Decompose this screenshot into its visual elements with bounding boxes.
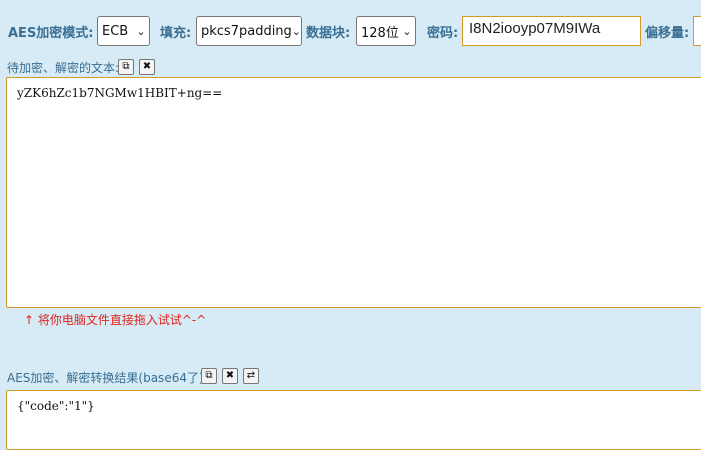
offset-input[interactable] bbox=[693, 16, 701, 46]
block-label: 数据块: bbox=[306, 26, 351, 41]
chevron-down-icon: ⌄ bbox=[402, 24, 412, 38]
padding-label: 填充: bbox=[160, 26, 192, 41]
block-select-value: 128位 bbox=[361, 25, 399, 41]
copy-input-button[interactable]: ⧉ bbox=[118, 59, 134, 75]
drag-file-hint: ↑ 将你电脑文件直接拖入试试^-^ bbox=[24, 313, 207, 327]
key-label: 密码: bbox=[427, 26, 459, 41]
key-input[interactable]: I8N2iooyp07M9IWa bbox=[462, 16, 641, 46]
input-textarea[interactable]: yZK6hZc1b7NGMw1HBIT+ng== bbox=[6, 77, 701, 308]
clear-output-button[interactable]: ✖ bbox=[222, 368, 238, 384]
copy-icon: ⧉ bbox=[122, 61, 130, 72]
block-select[interactable]: 128位 ⌄ bbox=[356, 16, 416, 46]
mode-select[interactable]: ECB ⌄ bbox=[97, 16, 150, 46]
swap-icon: ⇄ bbox=[246, 370, 256, 381]
copy-output-button[interactable]: ⧉ bbox=[201, 368, 217, 384]
copy-icon: ⧉ bbox=[205, 370, 213, 381]
chevron-down-icon: ⌄ bbox=[291, 24, 302, 38]
padding-select-value: pkcs7padding bbox=[201, 23, 292, 39]
mode-select-value: ECB bbox=[102, 23, 129, 39]
padding-select[interactable]: pkcs7padding ⌄ bbox=[196, 16, 302, 46]
clear-input-button[interactable]: ✖ bbox=[139, 59, 155, 75]
offset-label: 偏移量: bbox=[645, 26, 690, 41]
close-icon: ✖ bbox=[225, 370, 235, 381]
aes-toolbar: AES加密模式: ECB ⌄ 填充: pkcs7padding ⌄ 数据块: 1… bbox=[0, 14, 701, 48]
output-textarea[interactable]: {"code":"1"} bbox=[6, 390, 701, 450]
chevron-down-icon: ⌄ bbox=[136, 24, 146, 38]
swap-button[interactable]: ⇄ bbox=[243, 368, 259, 384]
close-icon: ✖ bbox=[142, 61, 152, 72]
input-text-label: 待加密、解密的文本: bbox=[7, 61, 120, 75]
mode-label: AES加密模式: bbox=[8, 26, 94, 41]
output-text-label: AES加密、解密转换结果(base64了): bbox=[7, 371, 208, 385]
